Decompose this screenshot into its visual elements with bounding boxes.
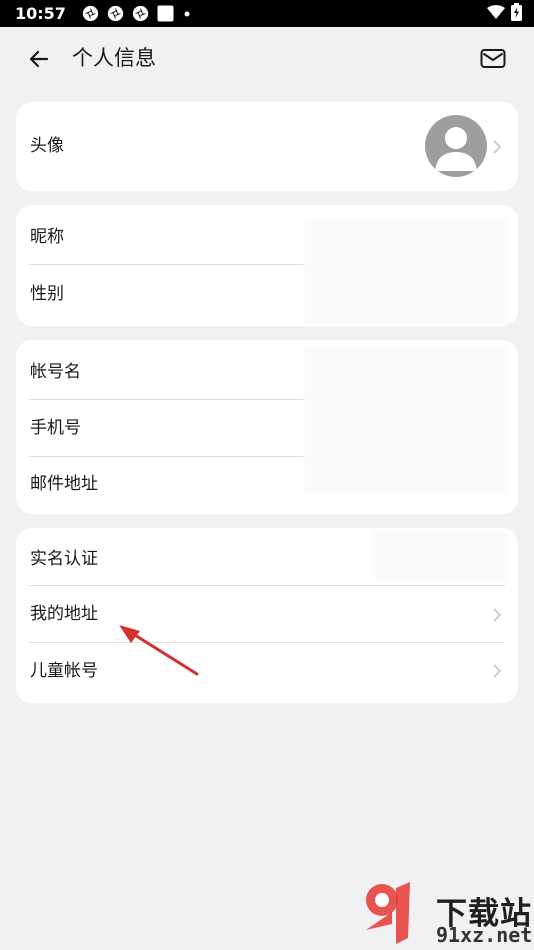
avatar[interactable] [425,115,487,177]
child-account-row[interactable]: 儿童帐号 [16,643,518,703]
pinwheel-icon [132,5,149,22]
chevron-right-icon [493,139,502,154]
child-account-label: 儿童帐号 [30,661,98,681]
my-address-row[interactable]: 我的地址 [16,586,518,643]
account-name-label: 帐号名 [30,362,81,382]
mail-icon [480,49,506,68]
redacted-profile-values [304,220,508,325]
realname-label: 实名认证 [30,549,98,569]
chevron-right-icon [493,607,502,622]
my-address-label: 我的地址 [30,604,98,624]
watermark: 下载站 91xz.net [362,878,534,950]
page-title: 个人信息 [72,46,156,70]
avatar-card[interactable]: 头像 [16,102,518,191]
status-time: 10:57 [15,4,66,23]
phone-label: 手机号 [30,418,81,438]
battery-icon [511,2,522,25]
status-right [487,0,522,27]
pinwheel-icon [82,5,99,22]
watermark-url: 91xz.net [436,923,533,947]
wifi-icon [487,4,505,23]
status-bar: 10:57 [0,0,534,27]
gender-label: 性别 [30,284,64,304]
redacted-realname-value [374,530,508,580]
dot-icon [182,9,192,19]
back-button[interactable] [24,44,54,74]
chevron-right-icon [493,664,502,678]
watermark-logo-icon [366,882,410,944]
pinwheel-icon [107,5,124,22]
nickname-label: 昵称 [30,227,64,247]
redacted-account-values [304,345,508,495]
app-bar: 个人信息 [0,27,534,91]
annotation-arrow-icon [119,625,199,676]
email-label: 邮件地址 [30,474,98,494]
avatar-label: 头像 [30,136,64,156]
mail-button[interactable] [478,44,508,74]
square-icon [157,5,174,22]
arrow-left-icon [29,50,49,68]
person-icon [435,127,477,171]
